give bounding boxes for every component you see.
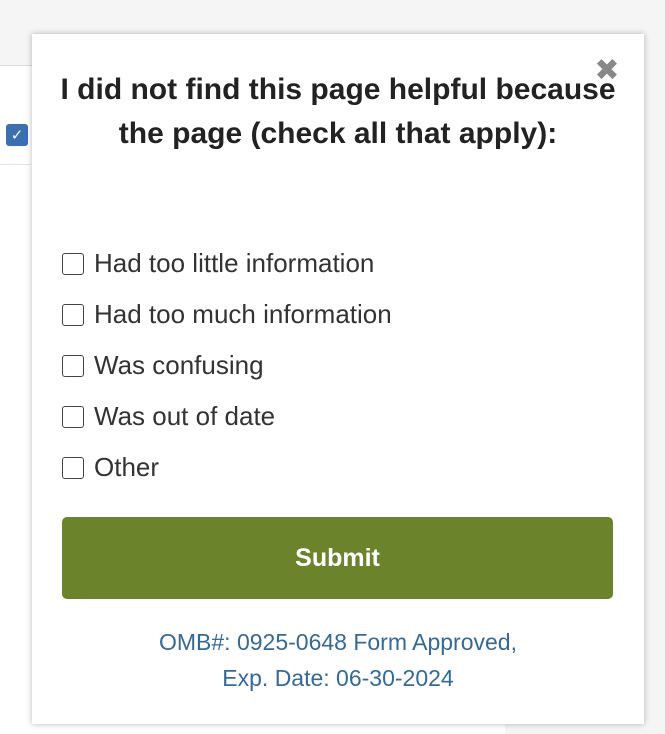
option-other[interactable]: Other	[62, 442, 392, 493]
checkbox[interactable]	[62, 252, 84, 275]
popup-title: I did not find this page helpful because…	[60, 73, 616, 150]
option-label: Was confusing	[94, 350, 264, 380]
submit-button[interactable]: Submit	[62, 517, 613, 599]
background-checkbox-icon: ✓	[6, 124, 28, 146]
checkbox[interactable]	[62, 456, 84, 479]
omb-expiration: Exp. Date: 06-30-2024	[222, 665, 454, 691]
option-too-little-info[interactable]: Had too little information	[62, 238, 392, 289]
feedback-options-list: Had too little information Had too much …	[62, 238, 392, 493]
background-divider	[0, 164, 30, 165]
omb-notice: OMB#: 0925-0648 Form Approved, Exp. Date…	[32, 624, 644, 696]
option-label: Had too much information	[94, 299, 392, 329]
option-label: Had too little information	[94, 248, 375, 278]
feedback-popup: ✖ I did not find this page helpful becau…	[32, 34, 644, 724]
checkbox[interactable]	[62, 405, 84, 428]
option-label: Was out of date	[94, 401, 276, 431]
option-confusing[interactable]: Was confusing	[62, 340, 392, 391]
option-too-much-info[interactable]: Had too much information	[62, 289, 392, 340]
option-label: Other	[94, 452, 160, 482]
checkbox[interactable]	[62, 303, 84, 326]
checkbox[interactable]	[62, 354, 84, 377]
omb-number: OMB#: 0925-0648 Form Approved,	[159, 629, 517, 655]
option-out-of-date[interactable]: Was out of date	[62, 391, 392, 442]
